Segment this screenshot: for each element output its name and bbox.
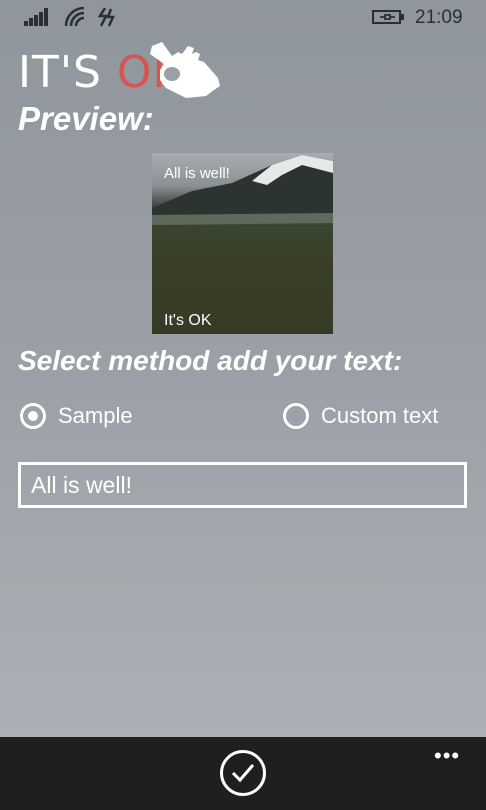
preview-image: All is well! It's OK [152, 153, 333, 334]
preview-bottom-text: It's OK [164, 312, 212, 329]
data-icon [97, 7, 115, 27]
sample-radio-label: Sample [58, 403, 133, 428]
wifi-icon [64, 6, 85, 27]
method-heading: Select method add your text: [18, 345, 403, 376]
preview-top-text: All is well! [164, 165, 230, 182]
custom-text-radio[interactable]: Custom text [283, 398, 438, 434]
logo-its: IT'S [18, 47, 117, 98]
status-bar: 21:09 [0, 0, 486, 36]
app-bar: ••• [0, 737, 486, 810]
battery-icon [372, 10, 404, 24]
text-input[interactable] [18, 462, 467, 508]
radio-unselected-icon [283, 403, 309, 429]
check-icon [231, 764, 255, 783]
preview-heading: Preview: [18, 100, 154, 137]
clock: 21:09 [415, 7, 463, 28]
confirm-button[interactable] [220, 750, 266, 796]
ok-hand-icon [150, 42, 220, 98]
signal-icon [24, 8, 50, 26]
more-options-button[interactable]: ••• [434, 743, 460, 769]
custom-text-radio-label: Custom text [321, 403, 439, 428]
radio-selected-icon [20, 403, 46, 429]
sample-radio[interactable]: Sample [20, 398, 133, 434]
